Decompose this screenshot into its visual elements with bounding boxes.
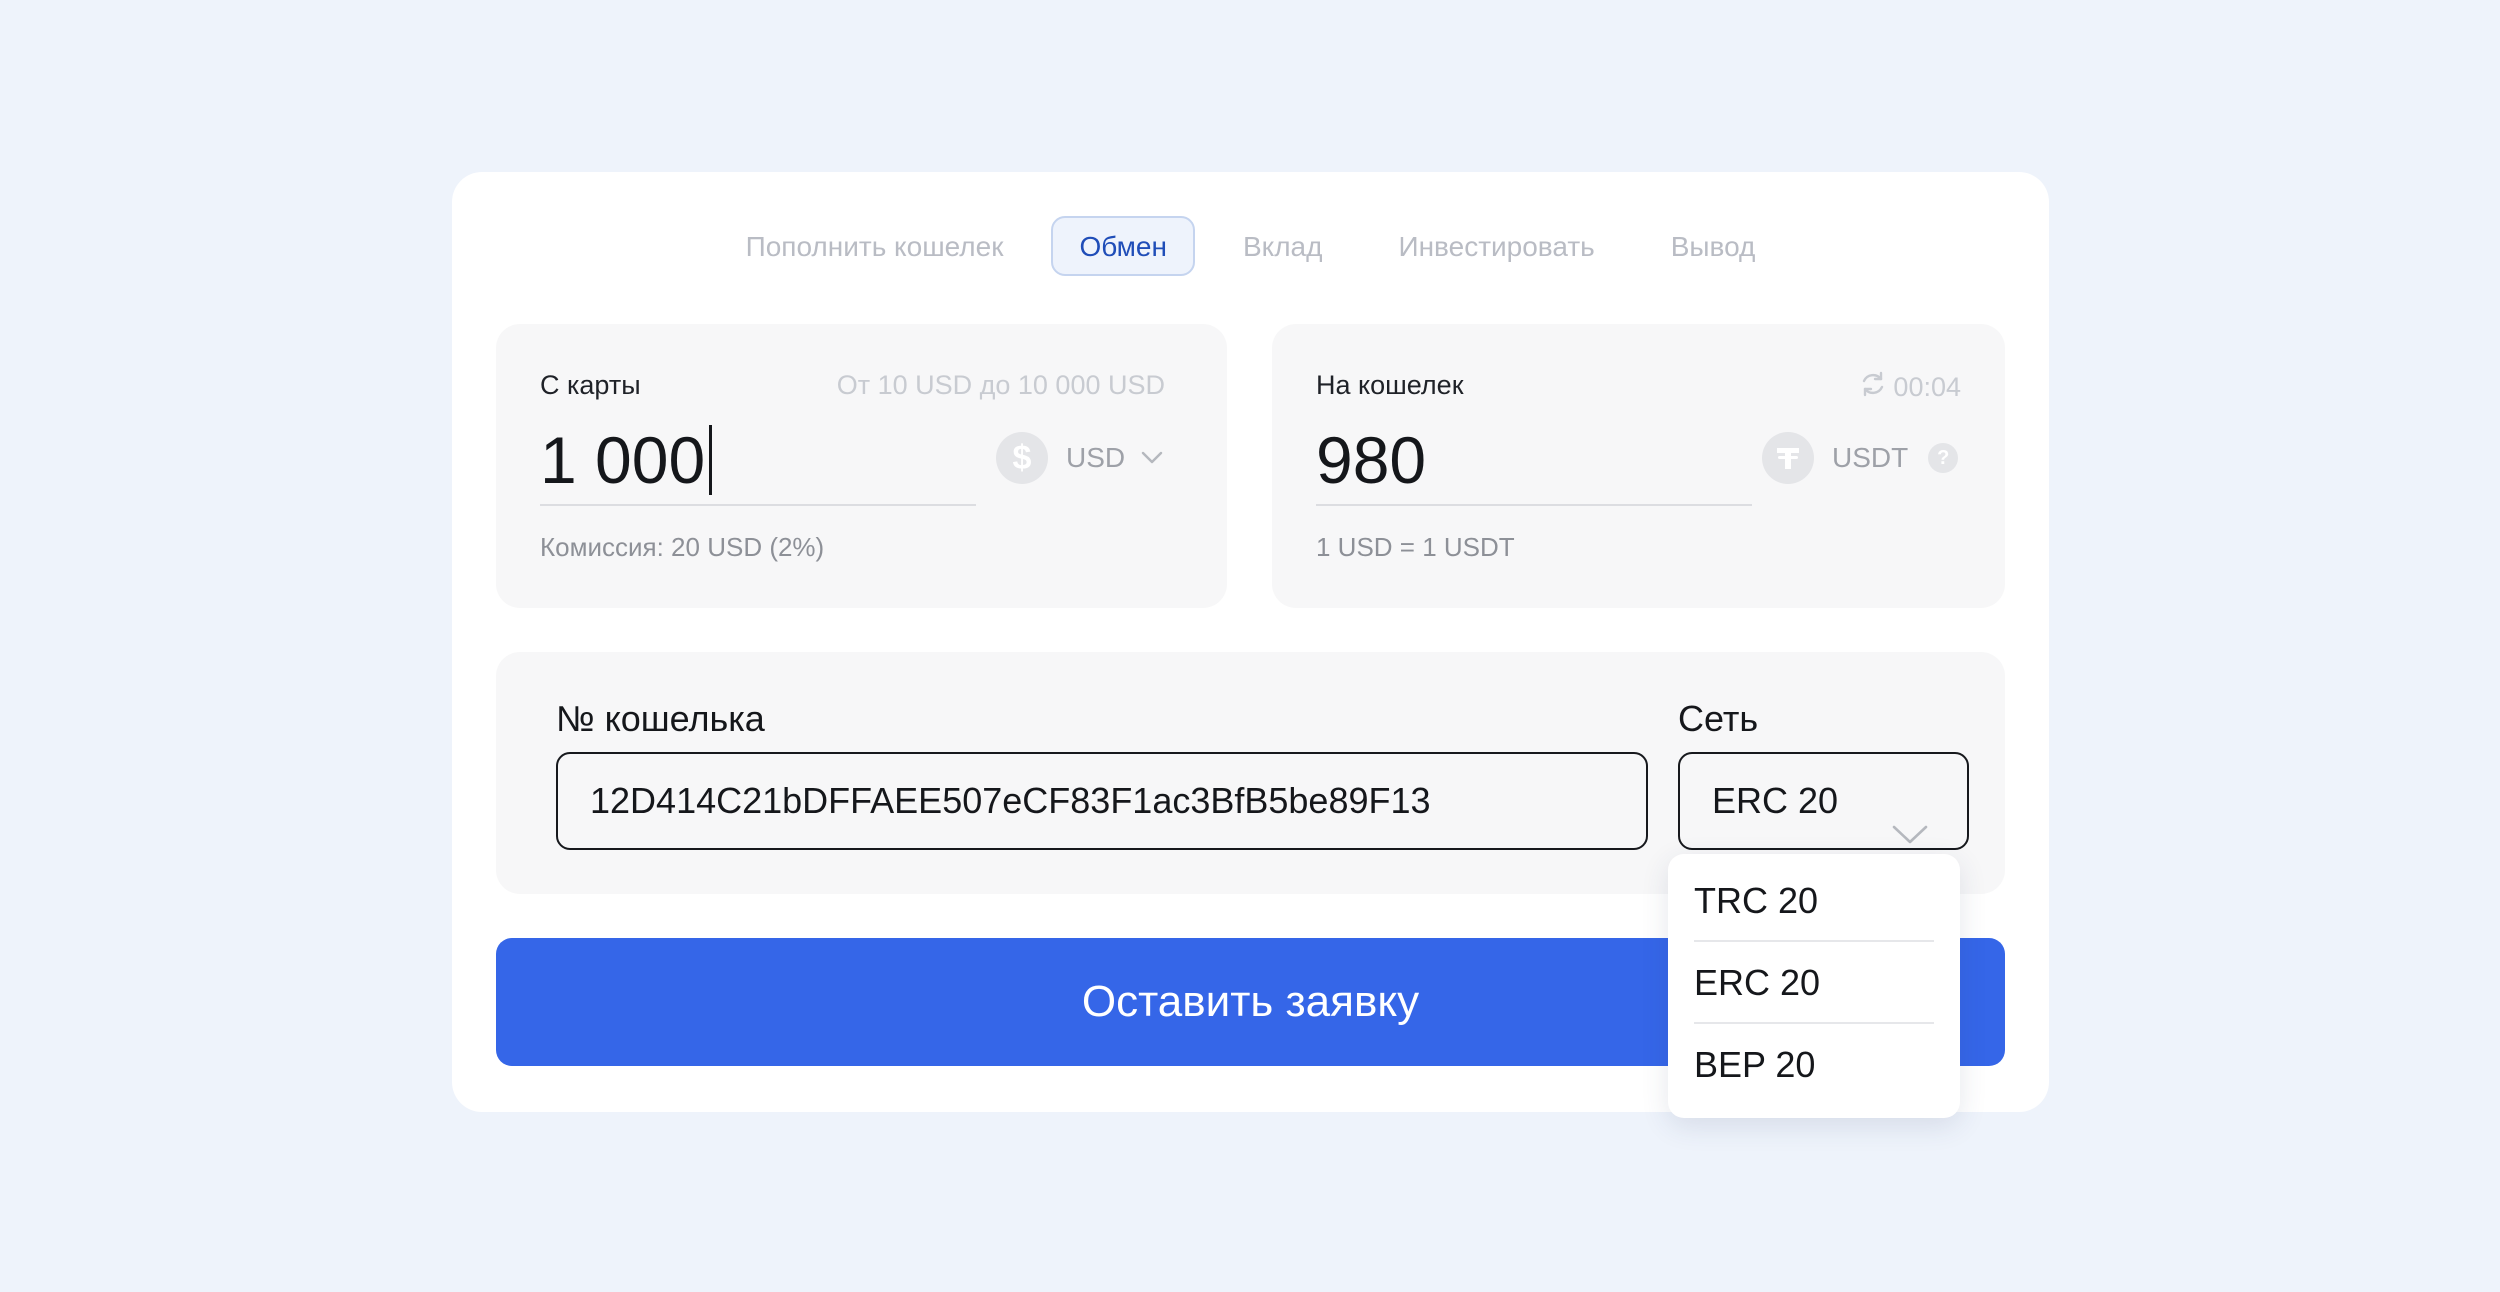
limit-hint: От 10 USD до 10 000 USD: [837, 370, 1165, 401]
network-dropdown-menu: TRC 20 ERC 20 BEP 20: [1668, 854, 1960, 1118]
from-label: С карты: [540, 370, 641, 400]
commission-text: Комиссия: 20 USD (2%): [540, 532, 825, 562]
tab-deposit[interactable]: Вклад: [1215, 216, 1351, 276]
from-amount-input[interactable]: 1 000: [540, 416, 976, 506]
to-currency-display: USDT ?: [1762, 432, 1959, 484]
tab-invest[interactable]: Инвестировать: [1370, 216, 1622, 276]
dollar-icon: $: [996, 432, 1048, 484]
timer-text: 00:04: [1893, 372, 1961, 402]
rate-timer: 00:04: [1859, 370, 1961, 405]
to-amount-value-field: 980: [1316, 416, 1752, 506]
exchange-rate-text: 1 USD = 1 USDT: [1316, 532, 1515, 562]
tether-icon: [1762, 432, 1814, 484]
wallet-number-label: № кошелька: [556, 698, 765, 739]
refresh-icon: [1859, 370, 1887, 405]
to-wallet-panel: На кошелек 00:04 980 USDT ? 1 USD = 1 US…: [1272, 324, 2005, 608]
to-label: На кошелек: [1316, 370, 1464, 400]
network-option-bep20[interactable]: BEP 20: [1694, 1024, 1934, 1106]
help-icon[interactable]: ?: [1928, 443, 1959, 473]
text-caret: [709, 425, 713, 495]
network-label: Сеть: [1678, 698, 1759, 739]
chevron-down-icon: [1141, 451, 1163, 465]
network-selected-value: ERC 20: [1712, 780, 1839, 821]
network-select[interactable]: ERC 20: [1678, 752, 1969, 850]
network-option-trc20[interactable]: TRC 20: [1694, 860, 1934, 942]
tab-withdraw[interactable]: Вывод: [1643, 216, 1784, 276]
network-option-erc20[interactable]: ERC 20: [1694, 942, 1934, 1024]
wallet-number-input[interactable]: 12D414C21bDFFAEE507eCF83F1ac3BfB5be89F13: [556, 752, 1648, 850]
limit-hint-text: От 10 USD до 10 000 USD: [836, 370, 1165, 400]
tab-exchange[interactable]: Обмен: [1051, 216, 1195, 276]
from-card-panel: С карты От 10 USD до 10 000 USD 1 000 $ …: [496, 324, 1227, 608]
from-amount-value: 1 000: [540, 423, 706, 497]
to-amount-value: 980: [1316, 423, 1427, 497]
from-currency-label: USD: [1066, 442, 1126, 473]
from-currency-select[interactable]: $ USD: [996, 432, 1163, 484]
tab-bar: Пополнить кошелек Обмен Вклад Инвестиров…: [452, 216, 2049, 276]
to-currency-label: USDT: [1832, 442, 1909, 473]
tab-top-up-wallet[interactable]: Пополнить кошелек: [718, 216, 1032, 276]
